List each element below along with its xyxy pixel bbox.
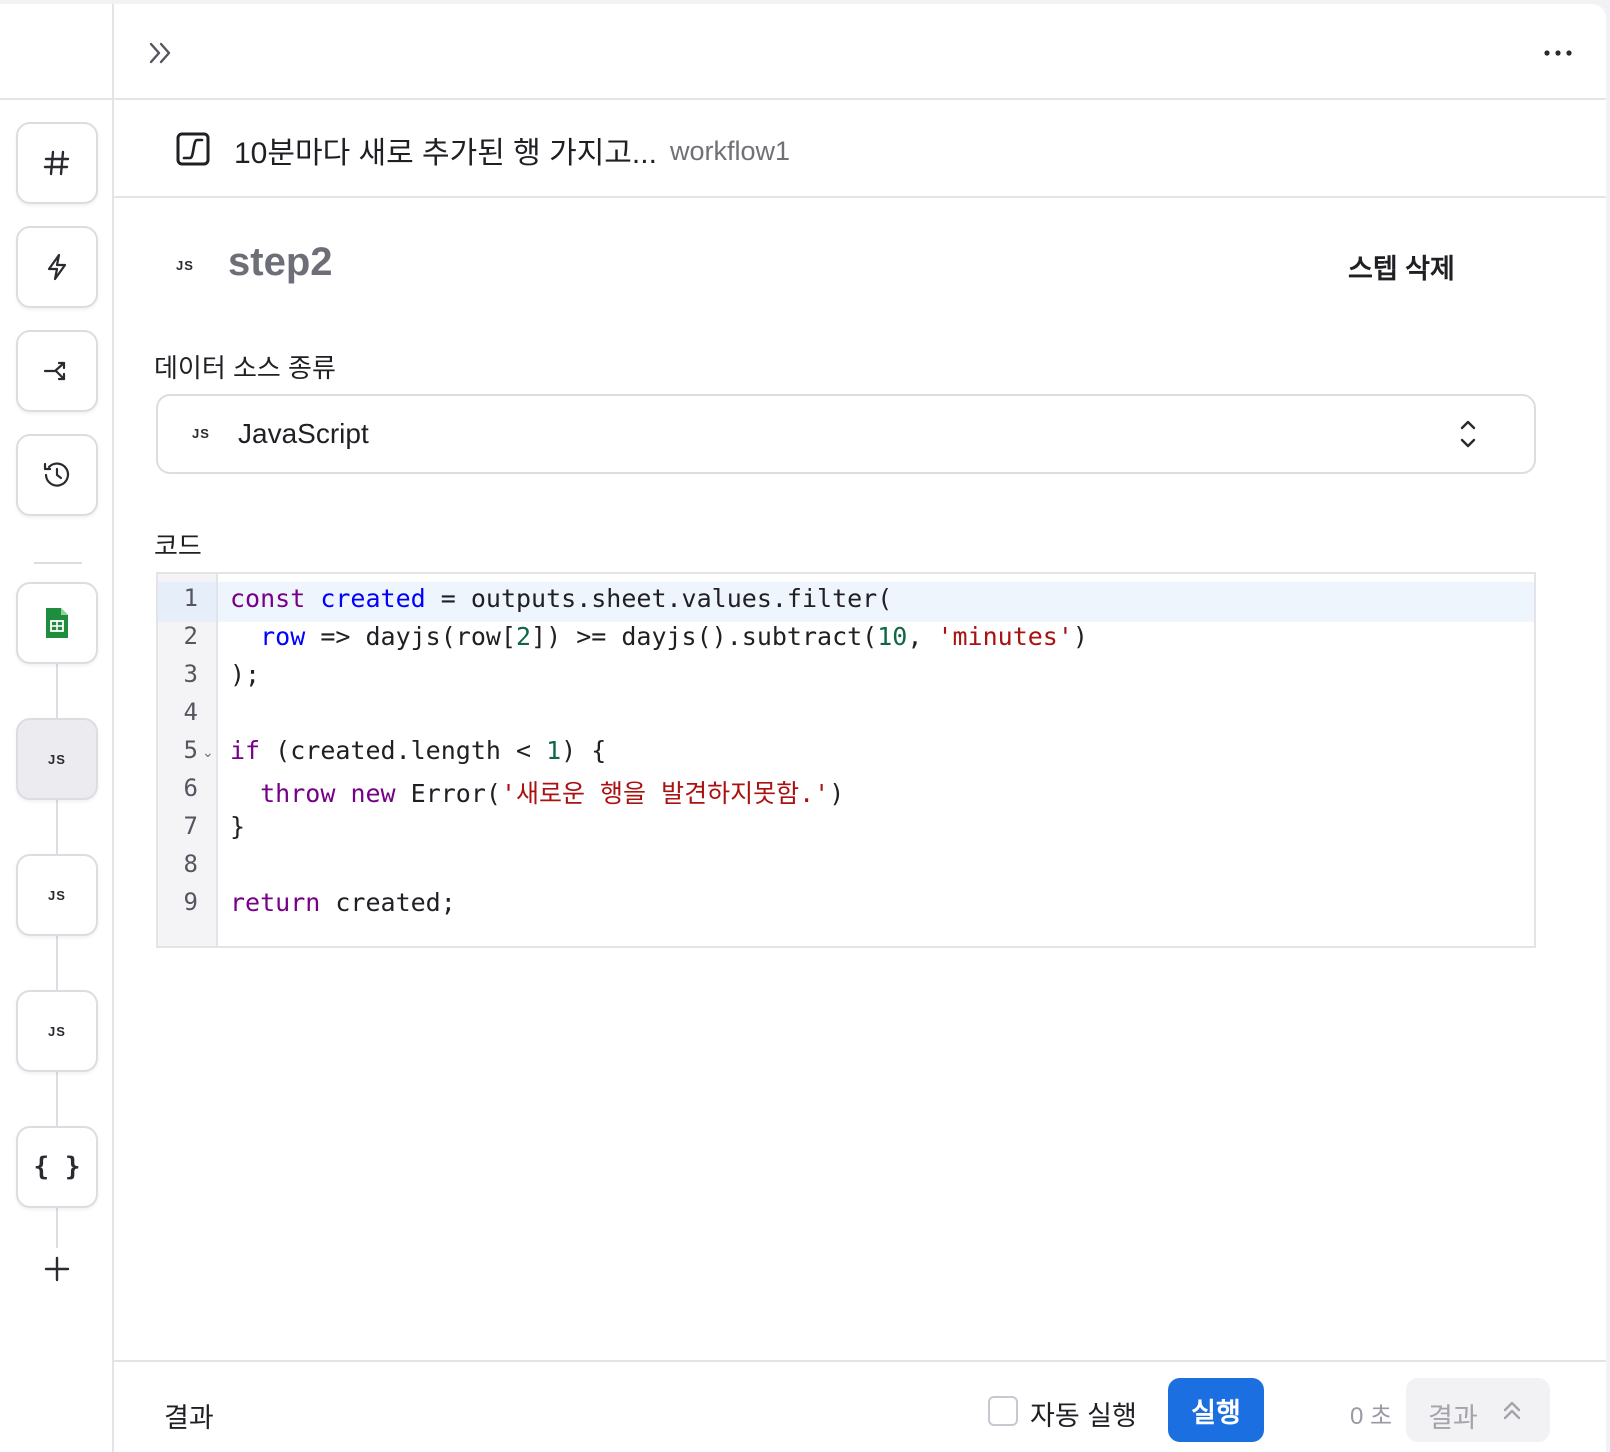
more-horizontal-icon [1544, 50, 1572, 56]
js-badge: JS [48, 751, 66, 767]
step-connector [56, 662, 58, 724]
line-number: 3 [183, 660, 198, 688]
line-number: 8 [183, 850, 198, 878]
rail-header [0, 4, 114, 100]
step-js-button[interactable]: JS [16, 990, 98, 1072]
data-source-label: 데이터 소스 종류 [154, 353, 336, 383]
rail-divider [34, 562, 82, 564]
add-step-button[interactable] [40, 1252, 74, 1286]
more-options-button[interactable] [1538, 36, 1578, 70]
run-button[interactable]: 실행 [1168, 1378, 1264, 1442]
step-connector [56, 800, 58, 860]
line-number: 1 [183, 584, 198, 612]
elapsed-time: 0 초 [1350, 1403, 1393, 1430]
auto-run-label[interactable]: 자동 실행 [1030, 1394, 1137, 1433]
step-js-button-active[interactable]: JS [16, 718, 98, 800]
hash-icon [43, 150, 70, 176]
braces-icon: { } [33, 1152, 81, 1182]
result-label: 결과 [164, 1403, 214, 1433]
workflow-title[interactable]: 10분마다 새로 추가된 행 가지고... [234, 128, 657, 172]
code-line: const created = outputs.sheet.values.fil… [230, 584, 893, 613]
code-line: } [230, 812, 246, 841]
branch-button[interactable] [16, 330, 98, 412]
app-window: JS JS JS { } 10분마다 새로 추가된 행 가지고... workf… [0, 4, 1606, 1452]
js-badge: JS [192, 426, 210, 441]
data-source-select[interactable]: JS JavaScript [156, 394, 1536, 474]
auto-run-checkbox[interactable] [988, 1396, 1018, 1426]
step-editor-panel: 10분마다 새로 추가된 행 가지고... workflow1 JS step2… [114, 4, 1606, 1452]
google-sheets-icon [46, 608, 68, 638]
toggle-result-label: 결과 [1428, 1403, 1478, 1433]
step-name[interactable]: step2 [228, 240, 333, 285]
code-line: ); [230, 660, 261, 689]
line-number: 6 [183, 774, 198, 802]
step-connector [56, 936, 58, 996]
chevron-up-down-icon [1460, 420, 1476, 448]
history-button[interactable] [16, 434, 98, 516]
result-footer: 결과 자동 실행 실행 0 초 결과 [114, 1360, 1606, 1452]
plus-icon [44, 1256, 70, 1282]
workflow-icon [176, 132, 210, 166]
line-number: 7 [183, 812, 198, 840]
code-label: 코드 [154, 531, 202, 561]
code-line: return created; [230, 888, 456, 917]
step-js-button[interactable]: JS [16, 854, 98, 936]
hash-button[interactable] [16, 122, 98, 204]
chevrons-right-icon [149, 42, 171, 64]
workflow-header: 10분마다 새로 추가된 행 가지고... workflow1 [114, 102, 1606, 198]
top-bar [114, 4, 1606, 100]
code-line: if (created.length < 1) { [230, 736, 607, 765]
chevrons-up-icon [1503, 1401, 1521, 1420]
js-badge: JS [48, 887, 66, 903]
history-icon [43, 462, 70, 487]
line-number: 2 [183, 622, 198, 650]
trigger-button[interactable] [16, 226, 98, 308]
step-type-badge: JS [176, 258, 194, 273]
code-editor[interactable]: 1 2 3 4 5 ⌄ 6 7 8 9 const created = outp… [156, 572, 1536, 948]
line-number: 9 [183, 888, 198, 916]
workflow-id: workflow1 [670, 136, 791, 166]
step-connector [56, 1072, 58, 1132]
step-sheet-button[interactable] [16, 582, 98, 664]
code-line: throw new Error('새로운 행을 발견하지못함.') [260, 779, 845, 808]
shuffle-icon [43, 361, 66, 381]
step-connector [56, 1208, 58, 1248]
line-number: 4 [183, 698, 198, 726]
toggle-result-button[interactable]: 결과 [1406, 1378, 1550, 1442]
step-rail: JS JS JS { } [0, 4, 114, 1452]
code-line: row => dayjs(row[2]) >= dayjs().subtract… [260, 622, 1088, 651]
line-number: 5 [183, 736, 198, 764]
lightning-icon [47, 253, 67, 281]
fold-chevron-icon[interactable]: ⌄ [202, 744, 214, 761]
step-output-button[interactable]: { } [16, 1126, 98, 1208]
expand-button[interactable] [144, 36, 178, 70]
delete-step-button[interactable]: 스텝 삭제 [1348, 246, 1455, 286]
js-badge: JS [48, 1023, 66, 1039]
data-source-value: JavaScript [238, 418, 369, 449]
